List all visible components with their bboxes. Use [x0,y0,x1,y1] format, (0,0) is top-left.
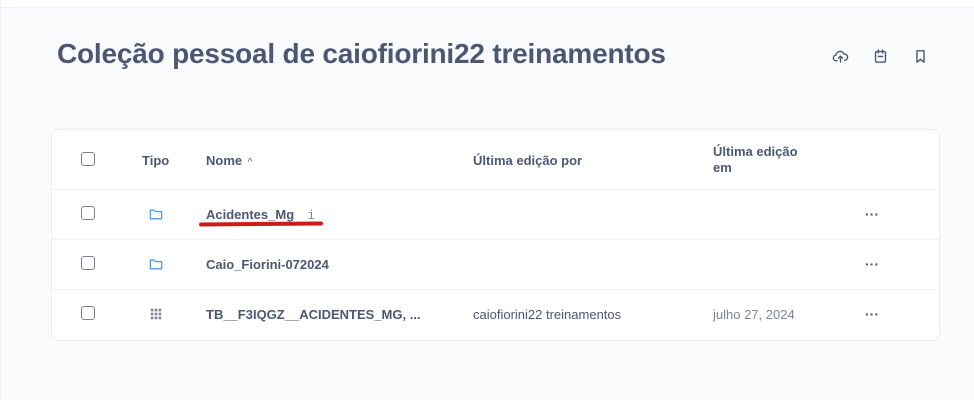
left-border [0,0,1,400]
items-table: Tipo Nome ^ Última edição por Última edi… [51,129,940,341]
table-row[interactable]: Acidentes_Mg i ··· [52,190,939,240]
column-type: Tipo [142,153,170,168]
row-checkbox[interactable] [81,306,95,320]
row-checkbox[interactable] [81,256,95,270]
last-edited-at: julho 27, 2024 [713,307,795,322]
table-grid-icon [150,308,162,320]
table-row[interactable]: TB__F3IQGZ__ACIDENTES_MG, ... caiofiorin… [52,290,939,340]
header-actions [832,44,952,68]
column-last-edited-at-line2: em [713,160,732,175]
cloud-upload-icon [832,50,849,63]
last-edited-by: caiofiorini22 treinamentos [473,307,622,322]
info-icon[interactable]: i [308,208,315,222]
ellipsis-icon: ··· [865,206,879,222]
column-last-edited-at-line1: Última edição [713,144,798,159]
table-row[interactable]: Caio_Fiorini-072024 ··· [52,240,939,290]
table-header: Tipo Nome ^ Última edição por Última edi… [52,130,939,190]
bookmark-button[interactable] [912,44,952,68]
sort-ascending-icon: ^ [247,157,253,168]
ellipsis-icon: ··· [865,256,879,272]
more-options-button[interactable]: ··· [860,206,884,222]
more-options-button[interactable]: ··· [860,256,884,272]
calendar-button[interactable] [872,44,912,68]
item-name[interactable]: Acidentes_Mg i [206,207,315,222]
item-name-label: Acidentes_Mg [206,207,295,222]
select-all-checkbox[interactable] [81,152,95,166]
row-checkbox[interactable] [81,206,95,220]
top-bar [0,0,974,8]
column-last-edited-at: Última edição em [713,144,798,176]
item-name[interactable]: Caio_Fiorini-072024 [206,257,329,272]
page-title: Coleção pessoal de caiofiorini22 treinam… [57,38,666,69]
ellipsis-icon: ··· [865,306,879,322]
column-name-label: Nome [206,153,243,168]
column-name[interactable]: Nome ^ [206,153,252,168]
bookmark-icon [916,49,925,63]
upload-button[interactable] [832,44,872,68]
folder-icon [149,259,163,270]
item-name[interactable]: TB__F3IQGZ__ACIDENTES_MG, ... [206,307,421,322]
more-options-button[interactable]: ··· [860,306,884,322]
column-last-edited-by: Última edição por [473,153,583,168]
calendar-icon [874,48,887,63]
folder-icon [149,209,163,220]
